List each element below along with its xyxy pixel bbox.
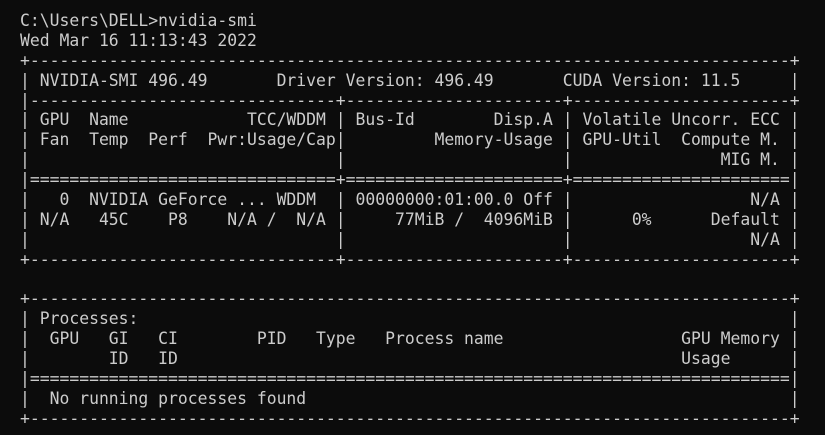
terminal-output: C:\Users\DELL>nvidia-smi Wed Mar 16 11:13…: [20, 11, 800, 429]
no-processes-line: | No running processes found |: [20, 388, 800, 408]
version-line: | NVIDIA-SMI 496.49 Driver Version: 496.…: [20, 70, 800, 90]
processes-title-line: | Processes: |: [20, 309, 800, 329]
table-separator-line: |-------------------------------+-------…: [20, 90, 800, 110]
table-separator-line: |===============================+=======…: [20, 170, 800, 190]
gpu-header-line: | GPU Name TCC/WDDM | Bus-Id Disp.A | Vo…: [20, 110, 800, 130]
processes-header-line: | ID ID Usage |: [20, 349, 800, 369]
gpu-header-line: | | | MIG M. |: [20, 150, 800, 170]
table-border-line: +---------------------------------------…: [20, 289, 800, 309]
timestamp-line: Wed Mar 16 11:13:43 2022: [20, 30, 257, 50]
table-border-line: +-------------------------------+-------…: [20, 249, 800, 269]
gpu-row-line: | 0 NVIDIA GeForce ... WDDM | 00000000:0…: [20, 190, 800, 210]
command-line: C:\Users\DELL>nvidia-smi: [20, 11, 257, 30]
terminal-window[interactable]: C:\Users\DELL>nvidia-smi Wed Mar 16 11:13…: [0, 0, 825, 435]
table-border-line: +---------------------------------------…: [20, 408, 800, 428]
gpu-row-line: | | | N/A |: [20, 229, 800, 249]
processes-header-line: | GPU GI CI PID Type Process name GPU Me…: [20, 329, 800, 349]
gpu-header-line: | Fan Temp Perf Pwr:Usage/Cap| Memory-Us…: [20, 130, 800, 150]
gpu-row-line: | N/A 45C P8 N/A / N/A | 77MiB / 4096MiB…: [20, 209, 800, 229]
table-border-line: +---------------------------------------…: [20, 50, 800, 70]
table-separator-line: |=======================================…: [20, 369, 800, 389]
